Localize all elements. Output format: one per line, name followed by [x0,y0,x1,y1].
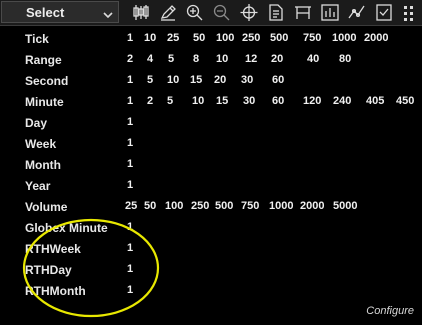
interval-row: Globex Minute 1 [0,218,422,238]
interval-row-label: RTHDay [25,263,72,277]
interval-value[interactable]: 5 [167,95,173,107]
interval-row: Day 1 [0,113,422,133]
interval-value[interactable]: 100 [165,200,183,212]
interval-value[interactable]: 750 [241,200,259,212]
interval-value[interactable]: 450 [396,95,414,107]
interval-value[interactable]: 60 [272,74,284,86]
interval-value[interactable]: 10 [144,32,156,44]
interval-value[interactable]: 12 [245,53,257,65]
interval-value[interactable]: 250 [191,200,209,212]
strategy-icon[interactable] [374,3,394,22]
interval-value[interactable]: 30 [241,74,253,86]
interval-row-label: Volume [25,200,68,214]
interval-value[interactable]: 30 [243,95,255,107]
interval-row: Year 1 [0,176,422,196]
interval-value[interactable]: 1 [127,95,133,107]
interval-row-label: RTHMonth [25,284,86,298]
interval-value[interactable]: 1 [127,263,133,275]
interval-row-label: Second [25,74,69,88]
interval-value[interactable]: 2000 [364,32,388,44]
interval-row-label: Month [25,158,61,172]
interval-value[interactable]: 5000 [333,200,357,212]
histogram-icon[interactable] [320,3,340,22]
range-icon[interactable] [293,3,313,22]
interval-row: RTHWeek 1 [0,239,422,259]
interval-value[interactable]: 500 [270,32,288,44]
interval-value[interactable]: 50 [193,32,205,44]
interval-value[interactable]: 750 [303,32,321,44]
interval-value[interactable]: 20 [271,53,283,65]
interval-row: Second 1 5 10 15 20 30 60 [0,71,422,91]
interval-value[interactable]: 1 [127,221,133,233]
interval-value[interactable]: 250 [242,32,260,44]
interval-value[interactable]: 1 [127,32,133,44]
interval-row: Volume 25 50 100 250 500 750 1000 2000 5000 [0,197,422,217]
zoom-in-icon[interactable] [185,3,205,22]
interval-value[interactable]: 1 [127,179,133,191]
interval-row: Range 2 4 5 8 10 12 20 40 80 [0,50,422,70]
interval-value[interactable]: 1000 [269,200,293,212]
interval-value[interactable]: 10 [192,95,204,107]
properties-icon[interactable] [266,3,286,22]
interval-value[interactable]: 1 [127,74,133,86]
interval-value[interactable]: 50 [144,200,156,212]
interval-value[interactable]: 25 [125,200,137,212]
more-icon[interactable] [401,3,422,22]
crosshair-icon[interactable] [239,3,259,22]
interval-panel: Tick 1 10 25 50 100 250 500 750 1000 2000 Range 2 4 5 8… [0,26,422,325]
interval-row-label: RTHWeek [25,242,81,256]
interval-row: RTHMonth 1 [0,281,422,301]
toolbar: Select [0,0,422,26]
interval-value[interactable]: 10 [167,74,179,86]
interval-row-label: Day [25,116,48,130]
interval-row-label: Tick [25,32,49,46]
interval-row-label: Week [25,137,57,151]
interval-value[interactable]: 1 [127,137,133,149]
interval-value[interactable]: 1 [127,242,133,254]
pencil-icon[interactable] [158,3,178,22]
interval-row: Minute 1 2 5 10 15 30 60 120 240 405 450 [0,92,422,112]
chevron-down-icon [102,7,114,25]
interval-value[interactable]: 1 [127,284,133,296]
interval-value[interactable]: 8 [193,53,199,65]
interval-row-label: Year [25,179,51,193]
interval-value[interactable]: 100 [216,32,234,44]
interval-value[interactable]: 15 [216,95,228,107]
zoom-out-icon[interactable] [212,3,232,22]
interval-value[interactable]: 2 [147,95,153,107]
indicator-icon[interactable] [347,3,367,22]
interval-value[interactable]: 60 [272,95,284,107]
bar-chart-icon[interactable] [131,3,151,22]
interval-select[interactable]: Select [1,1,119,23]
interval-row: Month 1 [0,155,422,175]
interval-row: Tick 1 10 25 50 100 250 500 750 1000 2000 [0,29,422,49]
select-label: Select [26,5,65,20]
interval-value[interactable]: 5 [147,74,153,86]
interval-value[interactable]: 80 [339,53,351,65]
interval-value[interactable]: 240 [333,95,351,107]
interval-row-label: Range [25,53,62,67]
interval-value[interactable]: 2000 [300,200,324,212]
interval-value[interactable]: 20 [214,74,226,86]
interval-value[interactable]: 2 [127,53,133,65]
interval-value[interactable]: 1000 [332,32,356,44]
interval-row-label: Globex Minute [25,221,108,235]
interval-value[interactable]: 10 [216,53,228,65]
interval-row-label: Minute [25,95,64,109]
interval-value[interactable]: 40 [307,53,319,65]
interval-value[interactable]: 15 [190,74,202,86]
interval-row: RTHDay 1 [0,260,422,280]
interval-value[interactable]: 1 [127,116,133,128]
interval-value[interactable]: 120 [303,95,321,107]
interval-value[interactable]: 25 [167,32,179,44]
configure-link[interactable]: Configure [366,305,414,317]
interval-value[interactable]: 500 [215,200,233,212]
interval-row: Week 1 [0,134,422,154]
interval-value[interactable]: 1 [127,158,133,170]
interval-value[interactable]: 405 [366,95,384,107]
interval-value[interactable]: 4 [147,53,153,65]
interval-value[interactable]: 5 [168,53,174,65]
